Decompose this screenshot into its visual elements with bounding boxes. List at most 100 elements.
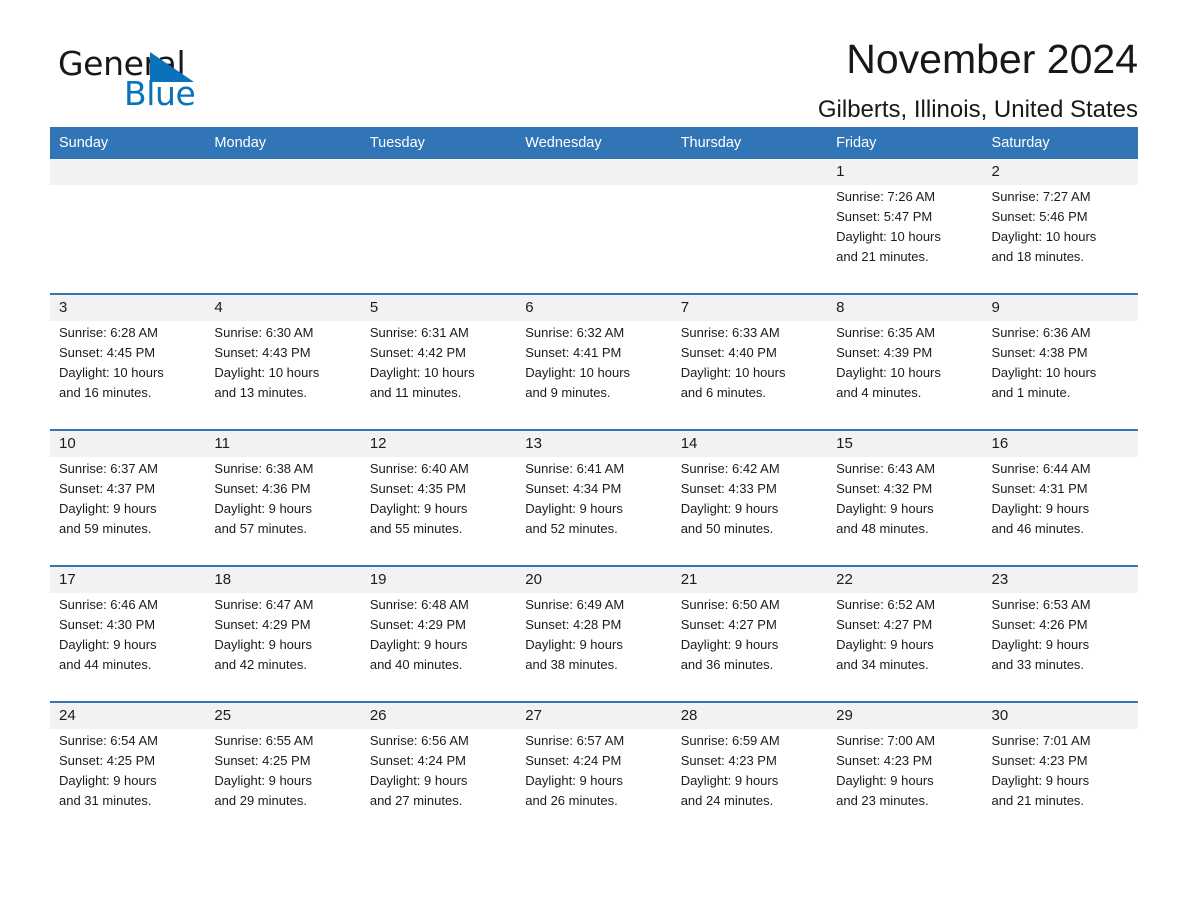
day-number[interactable]: 24 — [50, 701, 206, 729]
sunset-text: Sunset: 4:39 PM — [836, 345, 933, 360]
daylight-text: Daylight: 10 hours — [59, 365, 164, 380]
day-cell[interactable]: Sunrise: 6:50 AM Sunset: 4:27 PM Daylight:… — [671, 593, 828, 702]
day-number[interactable]: 12 — [360, 429, 517, 457]
day-number[interactable]: 30 — [982, 701, 1138, 729]
day-cell[interactable]: Sunrise: 6:31 AM Sunset: 4:42 PM Daylight:… — [360, 321, 517, 430]
day-cell[interactable]: Sunrise: 6:42 AM Sunset: 4:33 PM Daylight:… — [671, 457, 828, 566]
day-cell[interactable]: Sunrise: 6:35 AM Sunset: 4:39 PM Daylight:… — [827, 321, 983, 430]
day-number[interactable]: 9 — [982, 293, 1138, 321]
day-number[interactable]: 18 — [205, 565, 361, 593]
sunset-text: Sunset: 5:47 PM — [836, 209, 933, 224]
daylight-text: Daylight: 9 hours — [525, 501, 623, 516]
sunset-text: Sunset: 4:43 PM — [214, 345, 311, 360]
day-cell[interactable]: Sunrise: 6:38 AM Sunset: 4:36 PM Daylight:… — [205, 457, 361, 566]
day-number[interactable]: 15 — [827, 429, 983, 457]
day-cell[interactable]: Sunrise: 6:48 AM Sunset: 4:29 PM Daylight:… — [360, 593, 517, 702]
day-number[interactable]: 21 — [671, 565, 828, 593]
sunrise-text: Sunrise: 6:52 AM — [836, 597, 936, 612]
day-cell[interactable]: Sunrise: 6:47 AM Sunset: 4:29 PM Daylight:… — [205, 593, 361, 702]
sunset-text: Sunset: 4:30 PM — [59, 617, 156, 632]
daylight-text: Daylight: 9 hours — [680, 501, 779, 516]
day-number[interactable]: 16 — [982, 429, 1138, 457]
day-number[interactable]: 28 — [671, 701, 828, 729]
daylight-text: Daylight: 9 hours — [369, 501, 468, 516]
daylight-text-cont: and 36 minutes. — [680, 657, 774, 672]
day-number[interactable]: 5 — [360, 293, 517, 321]
daylight-text-cont: and 27 minutes. — [369, 793, 463, 808]
daylight-text: Daylight: 10 hours — [836, 229, 941, 244]
day-cell[interactable]: Sunrise: 6:37 AM Sunset: 4:37 PM Daylight:… — [50, 457, 206, 566]
sunrise-text: Sunrise: 7:27 AM — [991, 189, 1091, 204]
day-cell[interactable]: Sunrise: 6:40 AM Sunset: 4:35 PM Daylight:… — [360, 457, 517, 566]
day-cell[interactable]: Sunrise: 6:49 AM Sunset: 4:28 PM Daylight:… — [516, 593, 672, 702]
day-cell[interactable]: Sunrise: 6:44 AM Sunset: 4:31 PM Daylight:… — [982, 457, 1138, 566]
sunrise-text: Sunrise: 7:00 AM — [836, 733, 936, 748]
day-cell[interactable]: Sunrise: 6:32 AM Sunset: 4:41 PM Daylight:… — [516, 321, 672, 430]
day-cell[interactable]: Sunrise: 6:43 AM Sunset: 4:32 PM Daylight:… — [827, 457, 983, 566]
daylight-text: Daylight: 9 hours — [369, 637, 468, 652]
day-cell[interactable]: Sunrise: 6:54 AM Sunset: 4:25 PM Daylight:… — [50, 729, 206, 837]
sunrise-text: Sunrise: 6:56 AM — [369, 733, 469, 748]
sunrise-text: Sunrise: 6:38 AM — [214, 461, 314, 476]
day-cell[interactable]: Sunrise: 7:00 AM Sunset: 4:23 PM Daylight:… — [827, 729, 983, 837]
calendar-body: 1 2 Sunrise: 7:26 AM Sunset: 5:47 PM Dayligh… — [50, 159, 1138, 837]
calendar-page: General Blue November 2024 Gilberts, Ill… — [0, 0, 1188, 918]
day-number[interactable]: 4 — [205, 293, 361, 321]
sunrise-text: Sunrise: 6:40 AM — [369, 461, 469, 476]
sunset-text: Sunset: 4:29 PM — [214, 617, 311, 632]
daylight-text-cont: and 21 minutes. — [991, 793, 1085, 808]
title-block: November 2024 Gilberts, Illinois, United… — [818, 37, 1138, 123]
day-number[interactable]: 23 — [982, 565, 1138, 593]
sunset-text: Sunset: 4:25 PM — [59, 753, 156, 768]
empty-day-cell — [360, 185, 517, 294]
day-cell[interactable]: Sunrise: 6:33 AM Sunset: 4:40 PM Daylight:… — [671, 321, 828, 430]
daylight-text: Daylight: 9 hours — [525, 773, 623, 788]
daylight-text-cont: and 46 minutes. — [991, 521, 1085, 536]
sunrise-text: Sunrise: 6:57 AM — [525, 733, 625, 748]
day-cell[interactable]: Sunrise: 6:46 AM Sunset: 4:30 PM Daylight:… — [50, 593, 206, 702]
day-number[interactable]: 17 — [50, 565, 206, 593]
day-number[interactable]: 29 — [827, 701, 983, 729]
day-number[interactable]: 7 — [671, 293, 828, 321]
day-number[interactable]: 11 — [205, 429, 361, 457]
day-cell[interactable]: Sunrise: 6:52 AM Sunset: 4:27 PM Daylight:… — [827, 593, 983, 702]
day-cell[interactable]: Sunrise: 7:01 AM Sunset: 4:23 PM Daylight:… — [982, 729, 1138, 837]
day-cell[interactable]: Sunrise: 6:57 AM Sunset: 4:24 PM Daylight:… — [516, 729, 672, 837]
day-number[interactable]: 10 — [50, 429, 206, 457]
day-cell[interactable]: Sunrise: 6:56 AM Sunset: 4:24 PM Daylight:… — [360, 729, 517, 837]
day-number[interactable]: 22 — [827, 565, 983, 593]
day-number[interactable]: 25 — [205, 701, 361, 729]
day-cell[interactable]: Sunrise: 7:27 AM Sunset: 5:46 PM Daylight:… — [982, 185, 1138, 294]
daylight-text: Daylight: 10 hours — [369, 365, 475, 380]
day-number[interactable]: 13 — [516, 429, 672, 457]
sunset-text: Sunset: 4:40 PM — [680, 345, 777, 360]
day-number[interactable]: 19 — [360, 565, 517, 593]
day-cell[interactable]: Sunrise: 6:41 AM Sunset: 4:34 PM Daylight:… — [516, 457, 672, 566]
sunrise-text: Sunrise: 6:31 AM — [369, 325, 469, 340]
day-number[interactable]: 1 — [827, 159, 983, 185]
day-cell[interactable]: Sunrise: 6:59 AM Sunset: 4:23 PM Daylight:… — [671, 729, 828, 837]
day-number[interactable]: 20 — [516, 565, 672, 593]
day-cell[interactable]: Sunrise: 7:26 AM Sunset: 5:47 PM Daylight:… — [827, 185, 983, 294]
day-number[interactable]: 8 — [827, 293, 983, 321]
generalblue-logo[interactable]: General Blue — [50, 44, 250, 113]
daylight-text-cont: and 31 minutes. — [59, 793, 152, 808]
day-cell[interactable]: Sunrise: 6:30 AM Sunset: 4:43 PM Daylight:… — [205, 321, 361, 430]
daylight-text: Daylight: 9 hours — [836, 501, 934, 516]
day-number[interactable]: 27 — [516, 701, 672, 729]
day-cell[interactable]: Sunrise: 6:53 AM Sunset: 4:26 PM Daylight:… — [982, 593, 1138, 702]
sunrise-text: Sunrise: 6:47 AM — [214, 597, 314, 612]
day-number[interactable]: 3 — [50, 293, 206, 321]
day-cell[interactable]: Sunrise: 6:28 AM Sunset: 4:45 PM Daylight:… — [50, 321, 206, 430]
weekday-header-tuesday: Tuesday — [360, 127, 517, 159]
day-cell[interactable]: Sunrise: 6:55 AM Sunset: 4:25 PM Daylight:… — [205, 729, 361, 837]
day-number[interactable]: 6 — [516, 293, 672, 321]
sunrise-text: Sunrise: 7:01 AM — [991, 733, 1091, 748]
day-number[interactable]: 2 — [982, 159, 1138, 185]
day-number[interactable]: 14 — [671, 429, 828, 457]
sunset-text: Sunset: 4:41 PM — [525, 345, 622, 360]
day-number[interactable]: 26 — [360, 701, 517, 729]
sunrise-text: Sunrise: 6:59 AM — [680, 733, 780, 748]
sunset-text: Sunset: 4:33 PM — [680, 481, 777, 496]
day-cell[interactable]: Sunrise: 6:36 AM Sunset: 4:38 PM Daylight:… — [982, 321, 1138, 430]
